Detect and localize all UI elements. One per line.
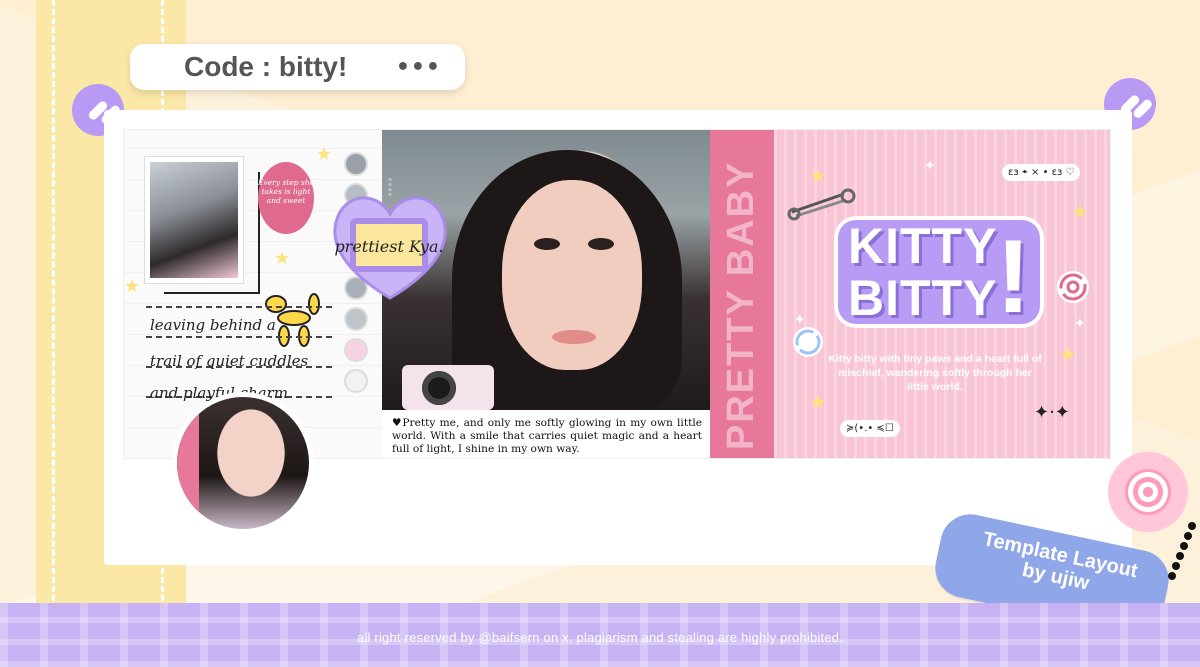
star-icon: ★ bbox=[274, 248, 291, 269]
lollipop-candy-icon bbox=[793, 327, 823, 357]
copyright-footer: all right reserved by @baifsern on x, pl… bbox=[357, 630, 843, 645]
sparkle-cluster-icon: ✦·✦ bbox=[1034, 402, 1070, 423]
more-dots-icon[interactable]: ••• bbox=[396, 55, 441, 80]
corner-bracket bbox=[164, 172, 260, 294]
kitty-bitty-title: KITTY BITTY bbox=[848, 220, 997, 324]
handwritten-line-1: leaving behind a bbox=[150, 316, 276, 334]
star-icon: ★ bbox=[316, 144, 333, 165]
title-exclamation: ! bbox=[996, 219, 1031, 335]
title-pill: Code : bitty! ••• bbox=[130, 44, 465, 90]
strip-text: PRETTY BABY bbox=[720, 160, 762, 450]
round-profile-photo bbox=[172, 392, 314, 534]
lips-shape bbox=[552, 330, 596, 344]
dashed-rule bbox=[146, 336, 332, 338]
swatch-circle bbox=[344, 307, 368, 331]
camera-icon bbox=[402, 365, 494, 410]
handwritten-line-2: trail of quiet cuddles bbox=[150, 352, 309, 370]
eye-shape bbox=[588, 238, 614, 250]
heart-keychain-icon: prettiest Kya. bbox=[333, 178, 447, 300]
safety-pin-icon bbox=[787, 188, 856, 221]
star-icon: ★ bbox=[1060, 344, 1077, 365]
page-title: Code : bitty! bbox=[184, 51, 348, 82]
star-icon: ★ bbox=[124, 276, 141, 297]
title-line-2: BITTY bbox=[848, 270, 998, 326]
swirl-candy-icon bbox=[1057, 271, 1089, 303]
kitty-blurb: Kitty bitty with tiny paws and a heart f… bbox=[828, 353, 1042, 393]
keychain-label: prettiest Kya. bbox=[334, 237, 443, 256]
quote-oval: Every step she takes is light and sweet bbox=[258, 162, 314, 234]
pink-vertical-strip: PRETTY BABY bbox=[710, 130, 774, 458]
round-photo-strip bbox=[177, 397, 199, 529]
swatch-circle bbox=[344, 152, 368, 176]
eye-shape bbox=[534, 238, 560, 250]
swatch-circle bbox=[344, 338, 368, 362]
star-icon: ★ bbox=[1072, 202, 1089, 223]
swatch-circle bbox=[344, 369, 368, 393]
kaomoji-bottom: ≽(•.• ≼☐ bbox=[840, 420, 900, 437]
kitty-bitty-panel: εз •̴ × • εз ♡ ★ ★ ★ ★ ✦ ✦ ✦ KITTY BITTY… bbox=[774, 130, 1110, 458]
bead-chain-icon bbox=[1168, 522, 1196, 580]
star-icon: ★ bbox=[810, 392, 827, 413]
title-line-1: KITTY bbox=[848, 218, 998, 274]
sparkle-icon: ✦ bbox=[1074, 316, 1086, 332]
sparkle-icon: ✦ bbox=[924, 158, 936, 174]
kaomoji-top: εз •̴ × • εз ♡ bbox=[1002, 164, 1081, 181]
dashed-rule bbox=[146, 306, 332, 308]
photo-caption: ♥Pretty me, and only me softly glowing i… bbox=[382, 410, 712, 458]
